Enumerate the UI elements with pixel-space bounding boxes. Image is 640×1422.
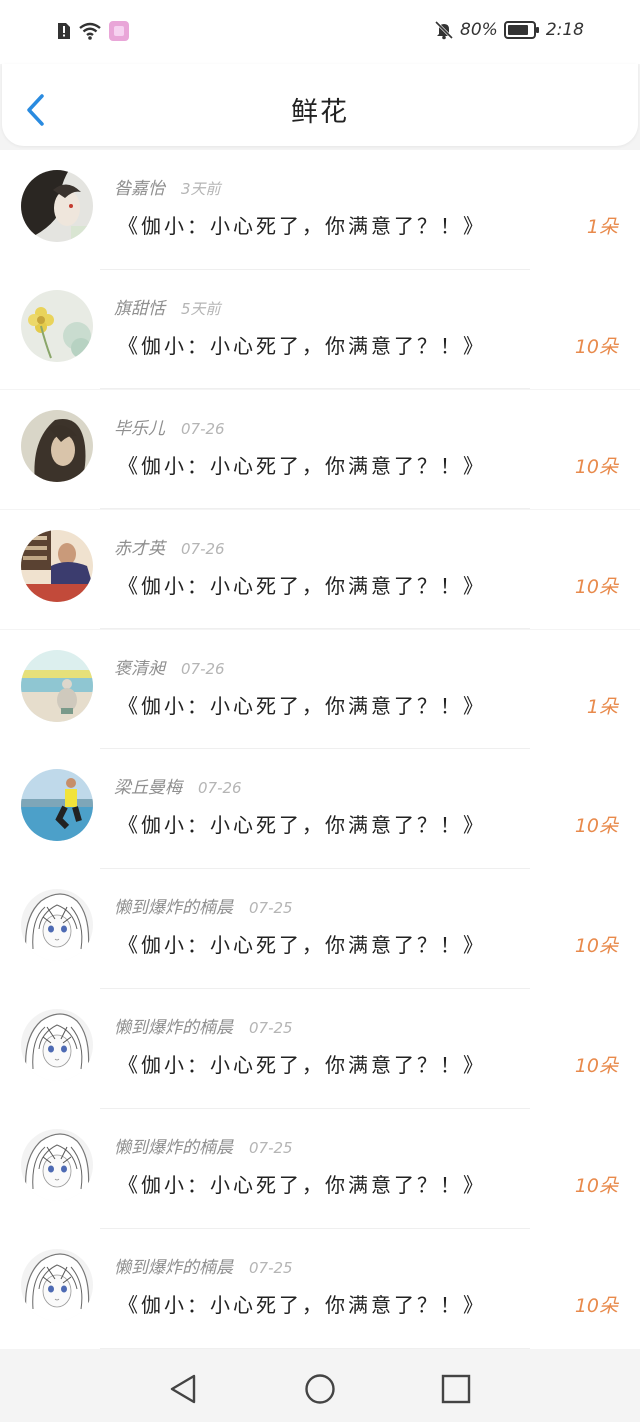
sent-time: 07-26 <box>181 539 225 558</box>
sender-name: 梁丘曼梅 <box>114 778 182 799</box>
flower-count: 10朵 <box>574 455 618 478</box>
divider <box>100 1347 530 1349</box>
sent-time: 07-25 <box>249 1139 293 1158</box>
list-item[interactable]: 昝嘉怡 3天前 《伽小：小心死了，你满意了？！》 1朵 <box>0 150 640 270</box>
bell-muted-icon <box>434 20 454 40</box>
status-left-icons <box>56 20 130 42</box>
list-item[interactable]: 懒到爆炸的楠晨 07-25 《伽小：小心死了，你满意了？！》 10朵 <box>0 1229 640 1349</box>
sent-time: 07-25 <box>249 1019 293 1038</box>
avatar[interactable] <box>21 1249 93 1321</box>
message-text: 《伽小：小心死了，你满意了？！》 <box>118 333 486 358</box>
alert-sim-icon <box>58 23 70 39</box>
nav-back-button[interactable] <box>166 1372 200 1406</box>
sender-info: 毕乐儿 07-26 <box>114 414 225 439</box>
message-text: 《伽小：小心死了，你满意了？！》 <box>118 933 486 958</box>
sender-info: 懒到爆炸的楠晨 07-25 <box>114 1133 293 1158</box>
list-item[interactable]: 褒清昶 07-26 《伽小：小心死了，你满意了？！》 1朵 <box>0 629 640 750</box>
avatar[interactable] <box>21 1129 93 1201</box>
wifi-icon <box>79 22 101 40</box>
nav-recents-button[interactable] <box>439 1372 473 1406</box>
sent-time: 07-25 <box>249 1259 293 1278</box>
sender-name: 懒到爆炸的楠晨 <box>114 1138 233 1159</box>
flower-count: 1朵 <box>586 695 618 718</box>
sender-name: 赤才英 <box>114 538 165 559</box>
avatar[interactable] <box>21 650 93 722</box>
sent-time: 07-26 <box>181 419 225 438</box>
sent-time: 07-26 <box>198 779 242 798</box>
avatar[interactable] <box>21 530 93 602</box>
sender-name: 昝嘉怡 <box>114 179 165 199</box>
sender-info: 昝嘉怡 3天前 <box>114 174 221 199</box>
battery-percent: 80% <box>460 20 498 40</box>
sent-time: 5天前 <box>181 299 221 318</box>
sender-name: 懒到爆炸的楠晨 <box>114 898 233 919</box>
sender-info: 褒清昶 07-26 <box>114 654 225 679</box>
avatar[interactable] <box>21 290 93 362</box>
message-text: 《伽小：小心死了，你满意了？！》 <box>118 1293 486 1318</box>
sender-name: 毕乐儿 <box>114 418 165 439</box>
list-item[interactable]: 旗甜恬 5天前 《伽小：小心死了，你满意了？！》 10朵 <box>0 269 640 390</box>
flower-count: 10朵 <box>574 575 618 598</box>
sent-time: 07-26 <box>181 659 225 678</box>
message-text: 《伽小：小心死了，你满意了？！》 <box>118 573 486 598</box>
list-item[interactable]: 懒到爆炸的楠晨 07-25 《伽小：小心死了，你满意了？！》 10朵 <box>0 989 640 1109</box>
avatar[interactable] <box>21 170 93 242</box>
nav-home-button[interactable] <box>303 1372 337 1406</box>
message-text: 《伽小：小心死了，你满意了？！》 <box>118 1053 486 1078</box>
avatar[interactable] <box>21 769 93 841</box>
system-nav-bar <box>0 1356 640 1422</box>
sender-info: 梁丘曼梅 07-26 <box>114 773 242 798</box>
list-item[interactable]: 懒到爆炸的楠晨 07-25 《伽小：小心死了，你满意了？！》 10朵 <box>0 869 640 989</box>
message-text: 《伽小：小心死了，你满意了？！》 <box>118 1173 486 1198</box>
avatar[interactable] <box>21 889 93 961</box>
flower-count: 10朵 <box>574 1175 618 1198</box>
message-text: 《伽小：小心死了，你满意了？！》 <box>118 453 486 478</box>
sender-info: 旗甜恬 5天前 <box>114 294 221 319</box>
flower-count: 10朵 <box>574 1055 618 1078</box>
flower-count: 10朵 <box>574 335 618 358</box>
flower-list: 昝嘉怡 3天前 《伽小：小心死了，你满意了？！》 1朵 旗甜恬 5天前 《伽小：小心… <box>0 150 640 1349</box>
avatar[interactable] <box>21 1009 93 1081</box>
sender-info: 赤才英 07-26 <box>114 534 225 559</box>
flower-count: 10朵 <box>574 935 618 958</box>
sender-info: 懒到爆炸的楠晨 07-25 <box>114 1013 293 1038</box>
message-text: 《伽小：小心死了，你满意了？！》 <box>118 214 486 238</box>
list-item[interactable]: 赤才英 07-26 《伽小：小心死了，你满意了？！》 10朵 <box>0 509 640 630</box>
status-time: 2:18 <box>545 20 584 40</box>
status-right-icons: 80% 2:18 <box>434 20 584 40</box>
list-item[interactable]: 梁丘曼梅 07-26 《伽小：小心死了，你满意了？！》 10朵 <box>0 749 640 869</box>
flower-count: 10朵 <box>574 815 618 838</box>
sender-name: 褒清昶 <box>114 658 165 679</box>
app-notification-icon <box>109 21 129 41</box>
sender-info: 懒到爆炸的楠晨 07-25 <box>114 1253 293 1278</box>
avatar[interactable] <box>21 410 93 482</box>
nav-home-icon <box>305 1374 335 1404</box>
list-item[interactable]: 毕乐儿 07-26 《伽小：小心死了，你满意了？！》 10朵 <box>0 389 640 510</box>
list-item[interactable]: 懒到爆炸的楠晨 07-25 《伽小：小心死了，你满意了？！》 10朵 <box>0 1109 640 1229</box>
status-bar: 80% 2:18 <box>0 0 640 64</box>
sender-info: 懒到爆炸的楠晨 07-25 <box>114 893 293 918</box>
message-text: 《伽小：小心死了，你满意了？！》 <box>118 813 486 838</box>
page-title: 鲜花 <box>291 97 349 128</box>
nav-recents-icon <box>441 1374 471 1404</box>
flower-count: 10朵 <box>574 1295 618 1318</box>
sent-time: 07-25 <box>249 899 293 918</box>
sent-time: 3天前 <box>181 180 221 198</box>
message-text: 《伽小：小心死了，你满意了？！》 <box>118 693 486 718</box>
battery-icon <box>503 21 539 39</box>
flower-count: 1朵 <box>586 216 618 238</box>
nav-back-icon <box>170 1374 196 1404</box>
sender-name: 旗甜恬 <box>114 298 165 319</box>
sender-name: 懒到爆炸的楠晨 <box>114 1258 233 1279</box>
app-header: 鲜花 <box>2 64 638 146</box>
sender-name: 懒到爆炸的楠晨 <box>114 1018 233 1039</box>
